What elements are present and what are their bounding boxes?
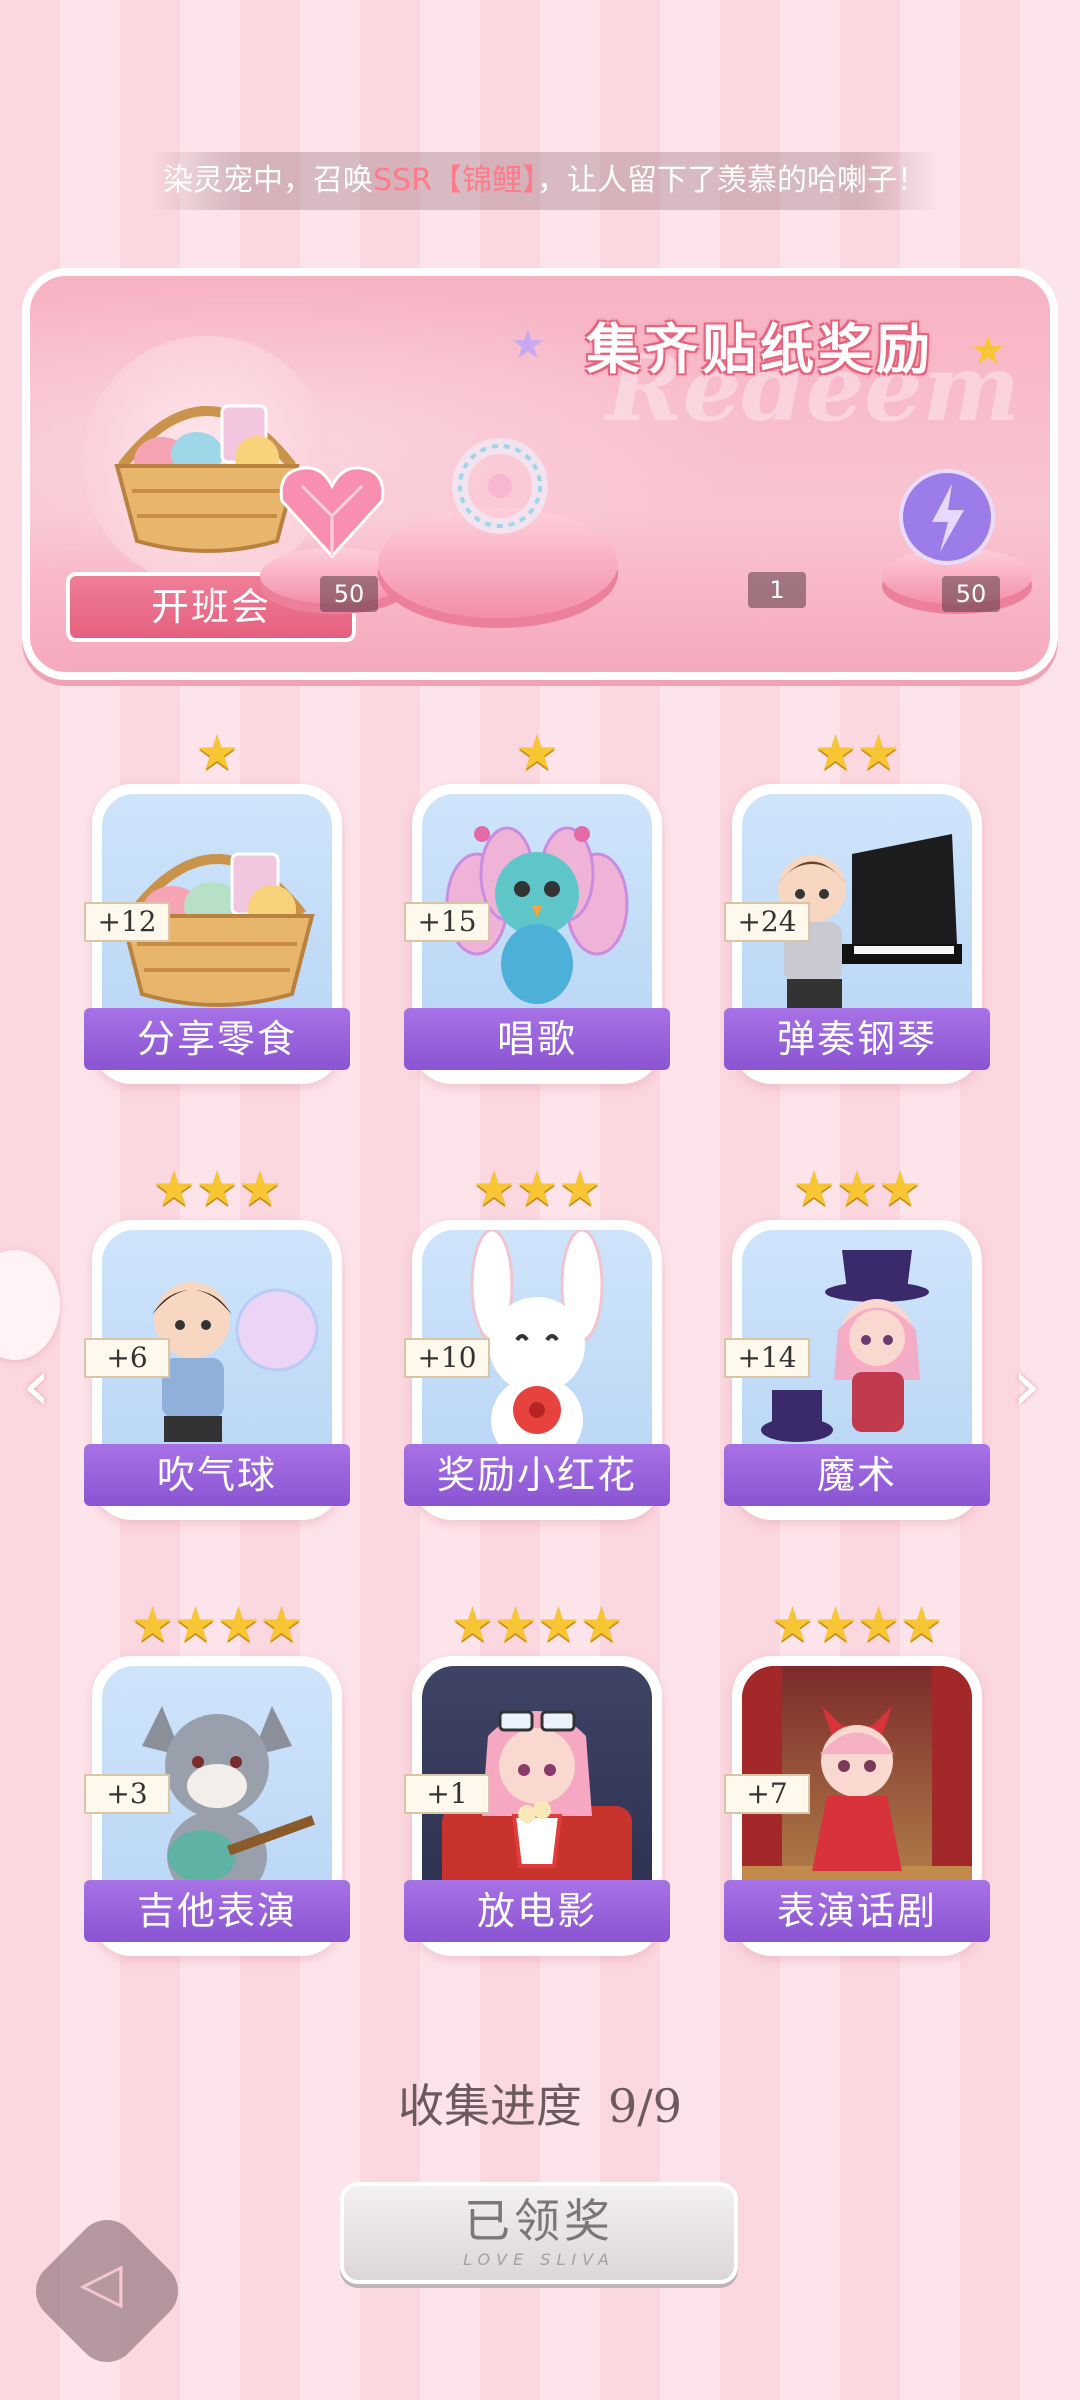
sticker-card[interactable]: ★★★ +14 魔术: [724, 1161, 990, 1522]
star-rating: ★: [195, 725, 239, 781]
sticker-reward-banner: Redeem ★ ★ 集齐贴纸奖励 开班会 50 1 50: [22, 268, 1058, 680]
pearl-bracelet-icon[interactable]: [440, 426, 560, 546]
chevron-left-icon[interactable]: ‹: [22, 1345, 51, 1425]
card-label: 唱歌: [404, 1008, 670, 1070]
sticker-card[interactable]: ★★★ +10 奖励小红花: [404, 1161, 670, 1522]
sticker-card[interactable]: ★★★★ +3 吉他表演: [84, 1597, 350, 1958]
sticker-card[interactable]: ★★ +24 弹奏钢琴: [724, 725, 990, 1086]
star-rating: ★★★★: [130, 1597, 304, 1653]
points-tag: +10: [404, 1338, 490, 1378]
claimed-button[interactable]: 已领奖 LOVE SLIVA: [340, 2182, 738, 2284]
sticker-card[interactable]: ★ +12 分享零食: [84, 725, 350, 1086]
card-label: 魔术: [724, 1444, 990, 1506]
card-label: 表演话剧: [724, 1880, 990, 1942]
star-rating: ★★★: [152, 1161, 282, 1217]
pink-heart-gem-icon[interactable]: [272, 456, 392, 566]
star-rating: ★★★: [792, 1161, 922, 1217]
points-tag: +3: [84, 1774, 170, 1814]
card-label: 放电影: [404, 1880, 670, 1942]
points-tag: +7: [724, 1774, 810, 1814]
purple-star-icon: ★: [510, 322, 546, 368]
star-rating: ★★★★: [450, 1597, 624, 1653]
card-label: 弹奏钢琴: [724, 1008, 990, 1070]
points-tag: +1: [404, 1774, 490, 1814]
back-arrow-icon: ◁: [79, 2250, 123, 2316]
star-rating: ★★★★: [770, 1597, 944, 1653]
points-tag: +14: [724, 1338, 810, 1378]
points-tag: +24: [724, 902, 810, 942]
points-tag: +12: [84, 902, 170, 942]
sticker-card[interactable]: ★★★★ +7 表演话剧: [724, 1597, 990, 1958]
collection-progress: 收集进度 9/9: [0, 2070, 1080, 2136]
chevron-right-icon[interactable]: ›: [1012, 1345, 1041, 1425]
card-label: 分享零食: [84, 1008, 350, 1070]
reward-qty: 1: [748, 572, 806, 608]
star-rating: ★★★: [472, 1161, 602, 1217]
points-tag: +15: [404, 902, 490, 942]
star-rating: ★★: [813, 725, 901, 781]
reward-qty: 50: [942, 576, 1000, 612]
points-tag: +6: [84, 1338, 170, 1378]
progress-label: 收集进度: [397, 2079, 582, 2133]
claimed-button-label: 已领奖: [464, 2194, 614, 2248]
card-label: 奖励小红花: [404, 1444, 670, 1506]
reward-qty: 50: [320, 576, 378, 612]
claimed-button-subtext: LOVE SLIVA: [463, 2250, 615, 2269]
purple-lightning-orb-icon[interactable]: [892, 462, 1002, 572]
yellow-star-icon: ★: [970, 328, 1006, 374]
sticker-card[interactable]: ★★★ +6 吹气球: [84, 1161, 350, 1522]
card-label: 吉他表演: [84, 1880, 350, 1942]
marquee-highlight: SSR【锦鲤】: [373, 163, 537, 198]
announcement-marquee: 染灵宠中，召唤SSR【锦鲤】，让人留下了羡慕的哈喇子！: [150, 152, 940, 210]
back-button[interactable]: ◁: [23, 2207, 191, 2375]
sticker-card[interactable]: ★★★★ +1 放电影: [404, 1597, 670, 1958]
banner-title: 集齐贴纸奖励: [586, 318, 934, 381]
star-rating: ★: [515, 725, 559, 781]
marquee-prefix: 染灵宠中，召唤: [163, 163, 374, 198]
progress-value: 9/9: [607, 2079, 683, 2133]
marquee-suffix: ，让人留下了羡慕的哈喇子！: [536, 163, 927, 198]
sticker-card[interactable]: ★ +15 唱歌: [404, 725, 670, 1086]
card-label: 吹气球: [84, 1444, 350, 1506]
